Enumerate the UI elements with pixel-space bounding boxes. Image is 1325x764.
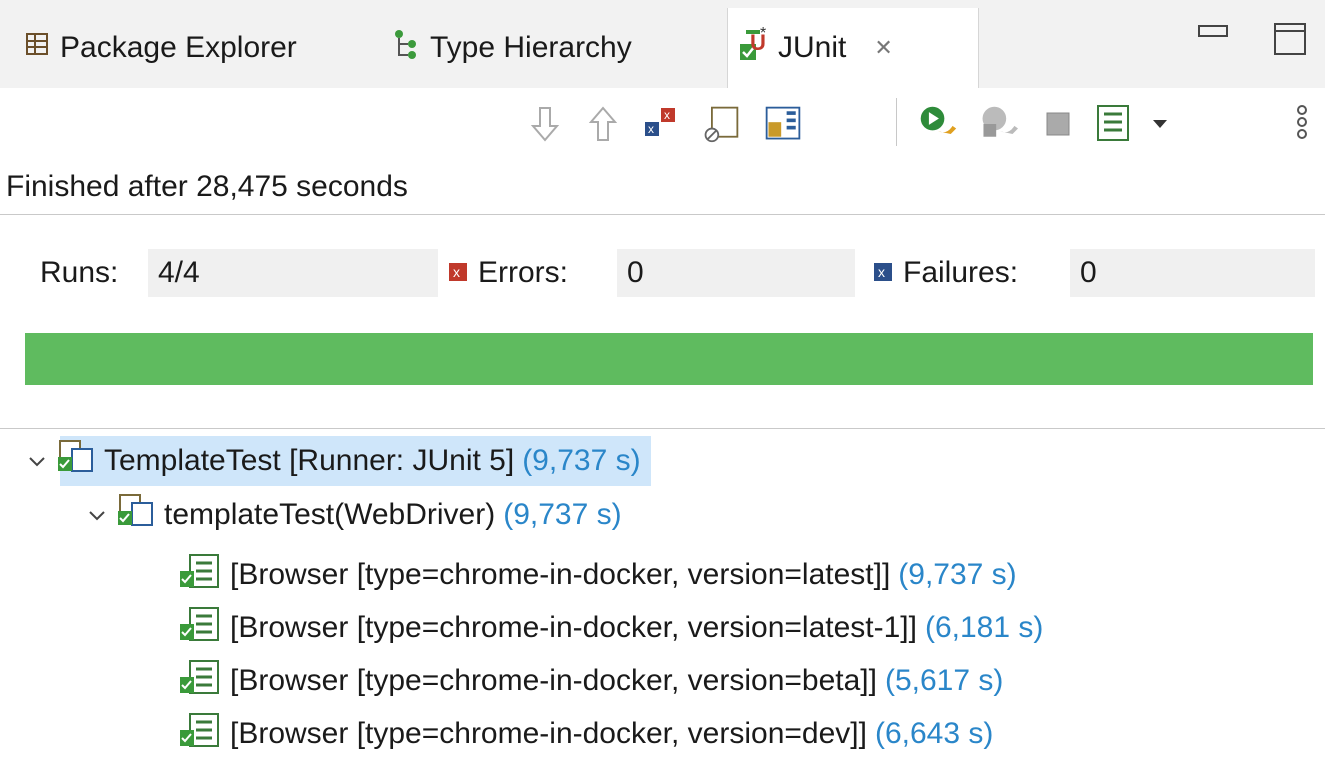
- test-method-label: templateTest(WebDriver): [164, 498, 496, 531]
- test-success-icon: [178, 551, 222, 599]
- type-hierarchy-icon: [392, 28, 420, 68]
- failures-count: 0: [1070, 249, 1315, 297]
- test-class-time: (9,737 s): [522, 444, 641, 477]
- tree-row-test-case[interactable]: [Browser [type=chrome-in-docker, version…: [178, 550, 1017, 600]
- failures-label: Failures:: [903, 256, 1019, 289]
- svg-text:x: x: [453, 264, 460, 280]
- stop-icon[interactable]: [1038, 100, 1078, 148]
- test-run-history-icon[interactable]: [1094, 100, 1134, 148]
- test-suite-success-icon: [116, 491, 156, 539]
- runs-label: Runs:: [40, 256, 119, 289]
- test-case-time: (5,617 s): [884, 664, 1004, 697]
- rerun-test-icon[interactable]: [918, 100, 958, 148]
- svg-text:*: *: [760, 25, 766, 42]
- tree-row-test-case[interactable]: [Browser [type=chrome-in-docker, version…: [178, 603, 1043, 653]
- failure-icon: x: [873, 256, 893, 290]
- divider: [0, 214, 1325, 215]
- run-status-text: Finished after 28,475 seconds: [6, 170, 408, 203]
- runs-count: 4/4: [148, 249, 438, 297]
- test-case-label: [Browser [type=chrome-in-docker, version…: [230, 717, 867, 750]
- chevron-down-icon[interactable]: [28, 448, 56, 474]
- tree-row-test-case[interactable]: [Browser [type=chrome-in-docker, version…: [178, 656, 1003, 706]
- show-skipped-only-icon[interactable]: [701, 100, 741, 148]
- minimize-icon[interactable]: [1196, 18, 1230, 57]
- previous-failure-icon[interactable]: [583, 100, 623, 148]
- test-case-label: [Browser [type=chrome-in-docker, version…: [230, 558, 891, 591]
- progress-fill: [25, 333, 1313, 385]
- tab-label: Type Hierarchy: [430, 31, 632, 64]
- test-case-label: [Browser [type=chrome-in-docker, version…: [230, 611, 917, 644]
- errors-count: 0: [617, 249, 855, 297]
- toolbar-separator: [896, 98, 897, 146]
- svg-text:x: x: [664, 108, 670, 122]
- failures-label-group: x Failures:: [873, 249, 1018, 297]
- tree-row-test-method[interactable]: templateTest(WebDriver) (9,737 s): [88, 490, 622, 540]
- test-suite-success-icon: [56, 437, 96, 485]
- maximize-icon[interactable]: [1272, 18, 1308, 63]
- junit-toolbar: xx: [0, 88, 1325, 166]
- tab-type-hierarchy[interactable]: Type Hierarchy: [392, 8, 632, 88]
- tree-row-test-class[interactable]: TemplateTest [Runner: JUnit 5] (9,737 s): [29, 436, 651, 486]
- tree-row-test-case[interactable]: [Browser [type=chrome-in-docker, version…: [178, 709, 993, 759]
- view-menu-icon[interactable]: [1140, 100, 1180, 148]
- test-class-label: TemplateTest [Runner: JUnit 5]: [104, 444, 515, 477]
- svg-text:x: x: [878, 264, 885, 280]
- test-case-time: (6,643 s): [874, 717, 994, 750]
- test-case-label: [Browser [type=chrome-in-docker, version…: [230, 664, 877, 697]
- scroll-lock-icon[interactable]: [763, 100, 803, 148]
- show-failures-only-icon[interactable]: xx: [641, 100, 681, 148]
- tab-label: JUnit: [778, 31, 847, 64]
- test-case-time: (9,737 s): [898, 558, 1017, 591]
- chevron-down-icon[interactable]: [88, 502, 116, 528]
- view-tab-bar: Package Explorer Type Hierarchy U * JUnit…: [0, 0, 1325, 88]
- tab-label: Package Explorer: [60, 31, 297, 64]
- package-explorer-icon: [24, 31, 50, 65]
- next-failure-icon[interactable]: [525, 100, 565, 148]
- test-success-icon: [178, 604, 222, 652]
- test-progress-bar: [25, 333, 1313, 385]
- test-success-icon: [178, 710, 222, 758]
- errors-label-group: x Errors:: [448, 249, 568, 297]
- rerun-failed-first-icon[interactable]: [978, 100, 1018, 148]
- test-success-icon: [178, 657, 222, 705]
- tab-junit[interactable]: U * JUnit ✕: [727, 8, 979, 88]
- junit-icon: U *: [738, 24, 774, 72]
- svg-text:x: x: [648, 122, 654, 136]
- divider: [0, 428, 1325, 429]
- test-case-time: (6,181 s): [924, 611, 1044, 644]
- more-options-icon[interactable]: [1282, 100, 1322, 148]
- errors-label: Errors:: [478, 256, 568, 289]
- test-method-time: (9,737 s): [503, 498, 622, 531]
- close-tab-icon[interactable]: ✕: [874, 35, 892, 61]
- error-icon: x: [448, 256, 468, 290]
- tab-package-explorer[interactable]: Package Explorer: [24, 8, 297, 88]
